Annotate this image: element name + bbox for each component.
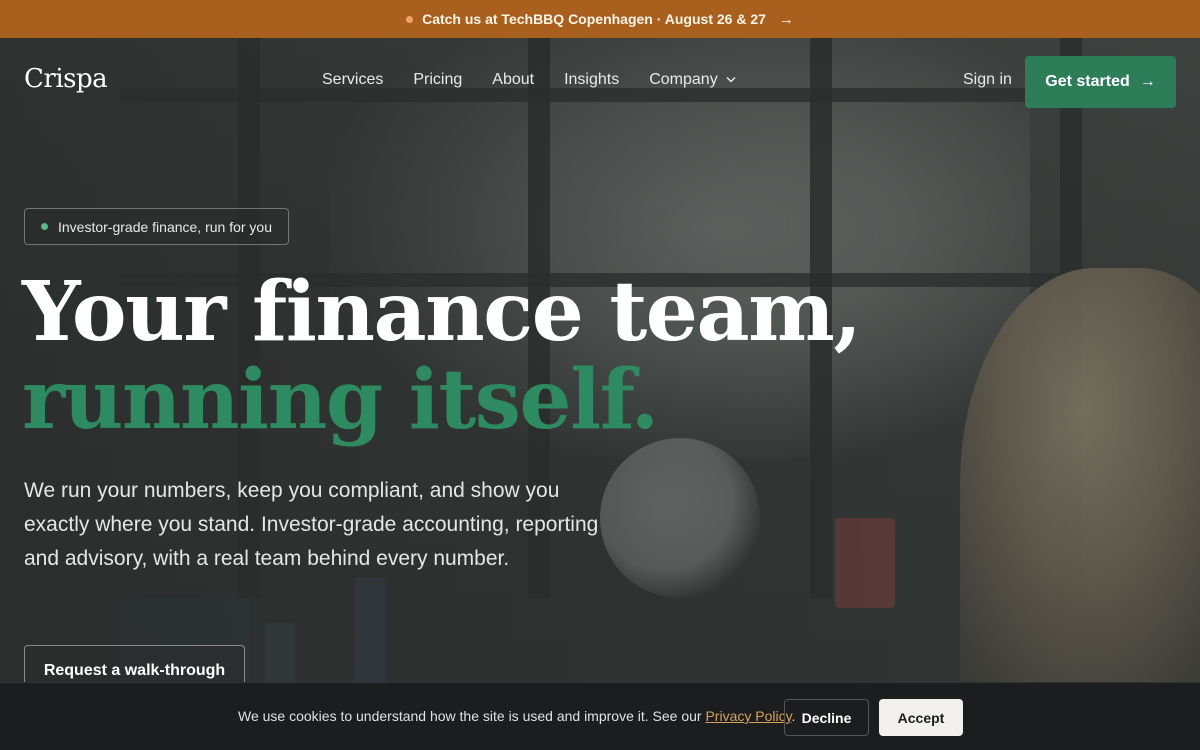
nav-item-company[interactable]: Company xyxy=(649,71,736,89)
main-nav: Services Pricing About Insights Company xyxy=(322,71,736,89)
nav-item-pricing[interactable]: Pricing xyxy=(413,71,462,89)
chevron-down-icon xyxy=(726,74,736,86)
cookie-banner: We use cookies to understand how the sit… xyxy=(0,682,1200,750)
nav-label: Services xyxy=(322,71,384,88)
nav-label: Insights xyxy=(564,71,620,88)
announcement-bar[interactable]: Catch us at TechBBQ Copenhagen · August … xyxy=(0,0,1200,38)
hero-description: We run your numbers, keep you compliant,… xyxy=(24,479,599,570)
get-started-button[interactable]: Get started → xyxy=(1025,56,1176,108)
arrow-right-icon: → xyxy=(1139,73,1156,90)
decline-button[interactable]: Decline xyxy=(784,699,869,736)
announcement-dot xyxy=(406,15,414,23)
headline-line-2: running itself. xyxy=(22,352,659,448)
badge-dot xyxy=(41,223,48,230)
nav-item-services[interactable]: Services xyxy=(322,71,383,89)
privacy-policy-link[interactable]: Privacy Policy xyxy=(705,708,791,724)
arrow-right-icon: → xyxy=(778,10,794,28)
logo[interactable]: Crispa xyxy=(24,64,108,94)
accept-button[interactable]: Accept xyxy=(879,699,963,736)
hero-badge: Investor-grade finance, run for you xyxy=(24,208,290,245)
badge-text: Investor-grade finance, run for you xyxy=(58,218,273,235)
cookie-text: We use cookies to understand how the sit… xyxy=(238,708,702,724)
announcement-text[interactable]: Catch us at TechBBQ Copenhagen · August … xyxy=(422,11,766,27)
nav-item-about[interactable]: About xyxy=(492,71,534,89)
hero-headline: Your finance team, running itself. xyxy=(22,264,862,448)
sign-in-link[interactable]: Sign in xyxy=(963,71,1012,89)
nav-label: About xyxy=(492,71,535,88)
cookie-message: We use cookies to understand how the sit… xyxy=(238,708,795,724)
nav-item-insights[interactable]: Insights xyxy=(564,71,619,89)
nav-label: Company xyxy=(649,71,718,88)
nav-label: Pricing xyxy=(413,71,463,88)
headline-line-1: Your finance team, xyxy=(22,264,862,360)
get-started-label: Get started xyxy=(1045,73,1130,90)
